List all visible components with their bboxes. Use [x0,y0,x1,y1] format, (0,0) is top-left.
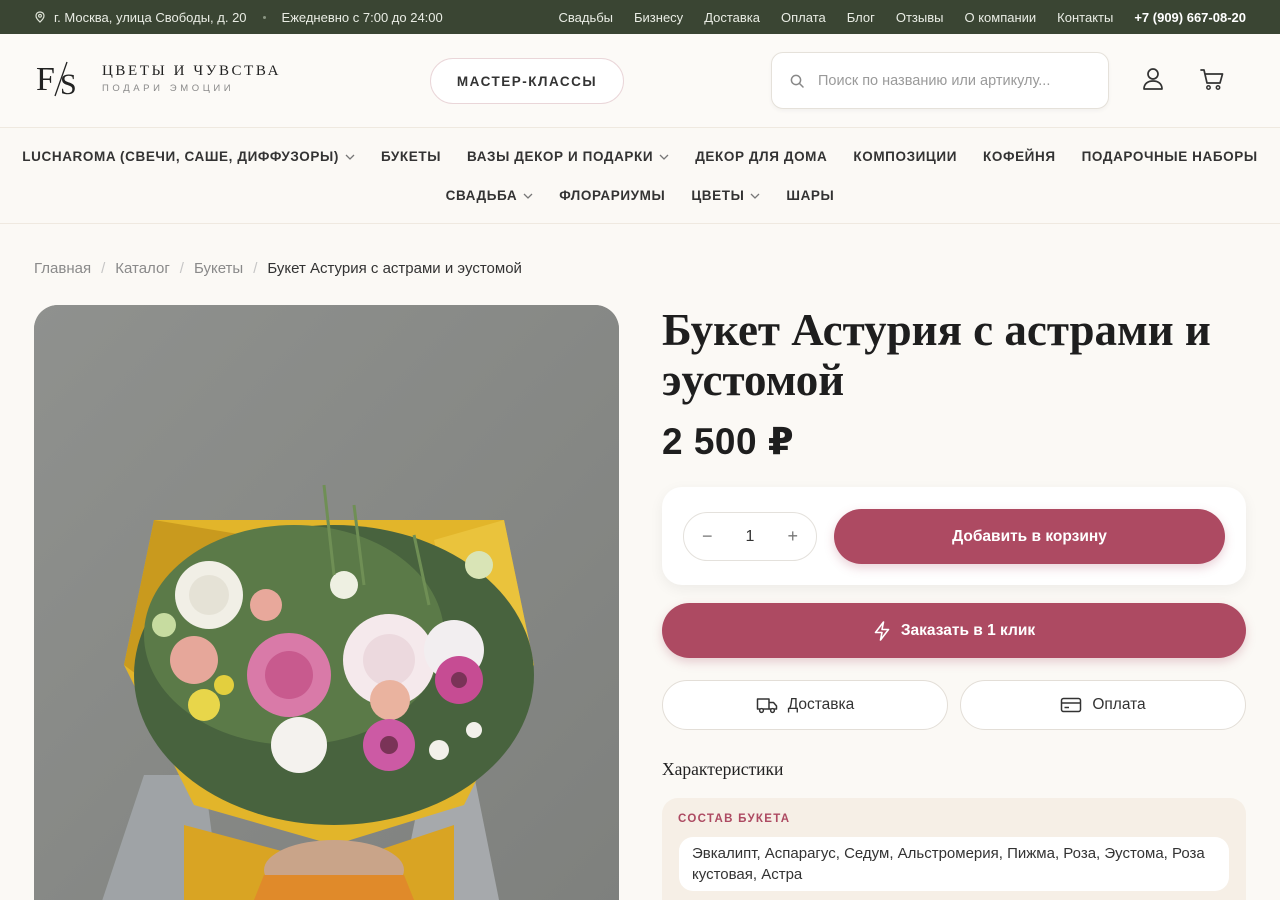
cat-label: КОФЕЙНЯ [983,149,1056,164]
logo-mark-icon: F S [36,61,77,100]
chevron-down-icon [750,193,760,199]
top-nav-payment[interactable]: Оплата [781,10,826,25]
breadcrumb-bouquets[interactable]: Букеты [194,260,243,277]
composition-label: СОСТАВ БУКЕТА [678,813,791,825]
cat-label: LUCHAROMA (СВЕЧИ, САШЕ, ДИФФУЗОРЫ) [22,149,339,164]
breadcrumb-catalog[interactable]: Каталог [115,260,170,277]
svg-text:F: F [36,61,55,98]
cat-label: ПОДАРОЧНЫЕ НАБОРЫ [1081,149,1258,164]
cat-vases-decor-gifts[interactable]: ВАЗЫ ДЕКОР И ПОДАРКИ [467,149,669,164]
breadcrumb-current: Букет Астурия с астрами и эустомой [267,260,522,277]
one-click-order-button[interactable]: Заказать в 1 клик [662,603,1246,658]
svg-text:S: S [60,68,77,100]
category-row-2: СВАДЬБА ФЛОРАРИУМЫ ЦВЕТЫ ШАРЫ [0,188,1280,203]
top-nav: Свадьбы Бизнесу Доставка Оплата Блог Отз… [558,0,1246,34]
store-hours: Ежедневно с 7:00 до 24:00 [281,9,443,25]
cat-compositions[interactable]: КОМПОЗИЦИИ [853,149,957,164]
cat-label: БУКЕТЫ [380,149,442,164]
characteristics-panel: СОСТАВ БУКЕТА Эвкалипт, Аспарагус, Седум… [662,798,1246,900]
payment-button[interactable]: Оплата [960,680,1246,730]
site-header: F S ЦВЕТЫ И ЧУВСТВА ПОДАРИ ЭМОЦИИ МАСТЕР… [0,34,1280,128]
cat-florariums[interactable]: ФЛОРАРИУМЫ [559,188,665,203]
chevron-down-icon [345,154,355,160]
top-nav-about[interactable]: О компании [964,10,1036,25]
store-address: г. Москва, улица Свободы, д. 20 [54,9,247,25]
breadcrumb-home[interactable]: Главная [34,260,91,277]
cat-label: ФЛОРАРИУМЫ [559,188,666,203]
top-nav-business[interactable]: Бизнесу [634,10,683,25]
cat-home-decor[interactable]: ДЕКОР ДЛЯ ДОМА [695,149,827,164]
cat-label: ШАРЫ [786,188,835,203]
top-nav-delivery[interactable]: Доставка [704,10,760,25]
cart-icon [1200,69,1224,90]
breadcrumb-separator: / [253,260,258,277]
cat-label: КОМПОЗИЦИИ [853,149,957,164]
payment-label: Оплата [1092,696,1146,713]
add-to-cart-panel: − 1 + Добавить в корзину [662,487,1246,585]
store-info: г. Москва, улица Свободы, д. 20 Ежедневн… [34,0,443,34]
search-icon [790,74,804,88]
minus-icon[interactable]: − [702,526,713,547]
cat-wedding[interactable]: СВАДЬБА [446,188,534,203]
truck-icon [756,698,777,714]
credit-card-icon [1061,697,1082,713]
cat-label: ВАЗЫ ДЕКОР И ПОДАРКИ [467,149,654,164]
cat-label: ЦВЕТЫ [691,188,745,203]
chevron-down-icon [523,193,533,199]
quantity-stepper[interactable]: − 1 + [683,512,817,561]
phone-link[interactable]: +7 (909) 667-08-20 [1134,10,1246,25]
search-input[interactable] [818,72,1078,89]
chevron-down-icon [659,154,669,160]
delivery-label: Доставка [787,696,855,713]
site-logo[interactable]: F S ЦВЕТЫ И ЧУВСТВА ПОДАРИ ЭМОЦИИ [36,56,281,100]
top-nav-weddings[interactable]: Свадьбы [558,10,613,25]
category-row-1: LUCHAROMA (СВЕЧИ, САШЕ, ДИФФУЗОРЫ) БУКЕТ… [0,149,1280,164]
product-title: Букет Астурия с астрами и эустомой [662,305,1211,405]
product-price: 2 500 ₽ [662,421,795,462]
separator-dot [262,15,266,19]
product-image[interactable] [34,305,619,900]
top-nav-contacts[interactable]: Контакты [1057,10,1113,25]
plus-icon[interactable]: + [787,526,798,547]
quantity-value[interactable]: 1 [746,528,755,546]
bouquet-photo [34,305,619,900]
cat-label: ДЕКОР ДЛЯ ДОМА [695,149,828,164]
top-nav-blog[interactable]: Блог [847,10,875,25]
one-click-label: Заказать в 1 клик [900,621,1036,639]
search-box[interactable] [771,52,1109,109]
breadcrumb: Главная / Каталог / Букеты / Букет Астур… [34,260,522,277]
cat-label: СВАДЬБА [445,188,518,203]
logo-text: ЦВЕТЫ И ЧУВСТВА ПОДАРИ ЭМОЦИИ [102,63,281,94]
category-nav: LUCHAROMA (СВЕЧИ, САШЕ, ДИФФУЗОРЫ) БУКЕТ… [0,129,1280,224]
delivery-button[interactable]: Доставка [662,680,948,730]
add-to-cart-button[interactable]: Добавить в корзину [834,509,1225,564]
breadcrumb-separator: / [179,260,184,277]
logo-subtitle: ПОДАРИ ЭМОЦИИ [102,82,235,94]
logo-title: ЦВЕТЫ И ЧУВСТВА [102,62,282,79]
masterclass-button[interactable]: МАСТЕР-КЛАССЫ [430,58,624,104]
lightning-icon [874,620,890,641]
cat-balloons[interactable]: ШАРЫ [786,188,834,203]
cat-coffee-shop[interactable]: КОФЕЙНЯ [983,149,1056,164]
top-bar: г. Москва, улица Свободы, д. 20 Ежедневн… [0,0,1280,34]
composition-value: Эвкалипт, Аспарагус, Седум, Альстромерия… [679,837,1229,891]
characteristics-heading: Характеристики [662,759,784,779]
location-pin-icon [35,11,45,23]
cat-flowers[interactable]: ЦВЕТЫ [691,188,760,203]
breadcrumb-separator: / [101,260,106,277]
cat-gift-sets[interactable]: ПОДАРОЧНЫЕ НАБОРЫ [1082,149,1258,164]
cat-lucharoma[interactable]: LUCHAROMA (СВЕЧИ, САШЕ, ДИФФУЗОРЫ) [22,149,355,164]
account-button[interactable] [1139,64,1167,94]
user-icon [1143,68,1163,90]
cat-bouquets[interactable]: БУКЕТЫ [381,149,441,164]
top-nav-reviews[interactable]: Отзывы [896,10,944,25]
cart-button[interactable] [1198,64,1226,94]
